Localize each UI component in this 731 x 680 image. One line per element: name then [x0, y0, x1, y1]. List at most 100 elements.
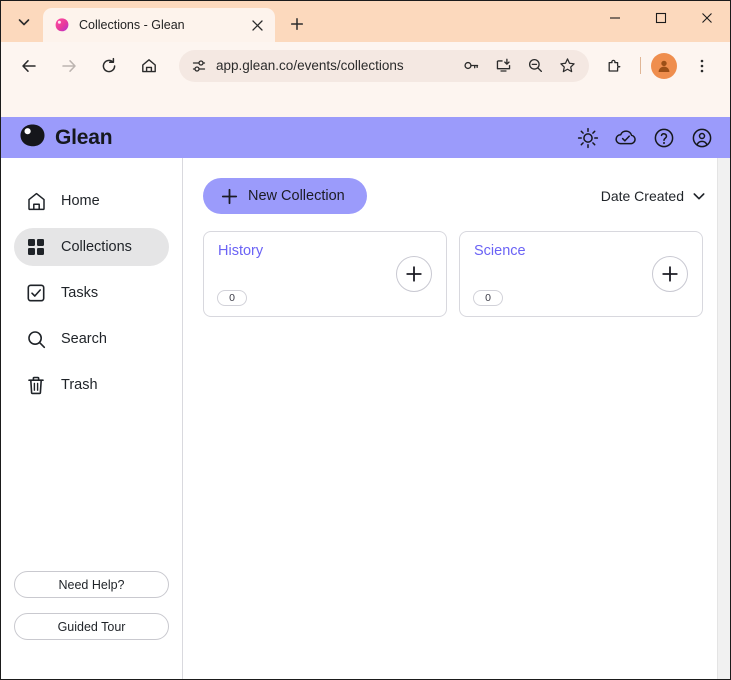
account-button[interactable] — [690, 126, 714, 150]
zoom-button[interactable] — [521, 52, 549, 80]
extensions-button[interactable] — [600, 51, 630, 81]
sidebar-footer: Need Help? Guided Tour — [1, 571, 182, 679]
profile-avatar[interactable] — [651, 52, 677, 79]
tab-search-button[interactable] — [9, 7, 39, 37]
plus-icon — [662, 266, 678, 282]
toolbar-divider — [640, 57, 641, 74]
forward-button[interactable] — [54, 51, 84, 81]
checkbox-check-icon — [25, 282, 47, 304]
close-window-button[interactable] — [684, 1, 730, 34]
puzzle-piece-icon — [608, 59, 621, 72]
help-button[interactable] — [652, 126, 676, 150]
chevron-down-icon — [693, 193, 705, 200]
sidebar-item-label: Collections — [61, 239, 132, 255]
sidebar: Home Collections Tasks Search Trash Need… — [1, 158, 183, 679]
sync-status-button[interactable] — [614, 126, 638, 150]
new-collection-button[interactable]: New Collection — [203, 178, 367, 214]
password-manager-button[interactable] — [457, 52, 485, 80]
search-icon — [25, 328, 47, 350]
collection-title: Science — [474, 243, 526, 259]
collections-grid: History 0 Science 0 — [203, 231, 708, 317]
arrow-left-icon — [22, 59, 36, 72]
install-app-icon — [496, 58, 510, 72]
sidebar-item-label: Home — [61, 193, 100, 209]
plus-icon — [406, 266, 422, 282]
sidebar-item-label: Search — [61, 331, 107, 347]
tab-title: Collections - Glean — [79, 18, 185, 32]
plus-icon — [290, 17, 304, 31]
bookmark-button[interactable] — [553, 52, 581, 80]
home-icon — [142, 58, 156, 72]
chevron-down-icon — [18, 19, 30, 26]
collection-card[interactable]: Science 0 — [459, 231, 703, 317]
url-text: app.glean.co/events/collections — [216, 58, 404, 73]
minimize-button[interactable] — [592, 1, 638, 34]
new-tab-button[interactable] — [283, 10, 311, 38]
home-button[interactable] — [134, 51, 164, 81]
maximize-icon — [655, 12, 667, 23]
collection-card[interactable]: History 0 — [203, 231, 447, 317]
trash-icon — [25, 374, 47, 396]
question-circle-icon — [654, 128, 674, 147]
guided-tour-button[interactable]: Guided Tour — [14, 613, 169, 640]
bookmarks-bar-area — [1, 89, 730, 117]
minimize-icon — [610, 16, 620, 19]
profile-avatar-icon — [658, 60, 670, 72]
main-content: New Collection Date Created History 0 Sc… — [183, 158, 730, 679]
glean-teardrop-favicon — [54, 17, 70, 33]
plus-icon — [221, 188, 238, 204]
back-button[interactable] — [14, 51, 44, 81]
theme-toggle-button[interactable] — [576, 126, 600, 150]
tab-strip: Collections - Glean — [1, 1, 730, 42]
install-app-button[interactable] — [489, 52, 517, 80]
cloud-check-icon — [615, 129, 636, 144]
sidebar-item-label: Tasks — [61, 285, 99, 301]
glean-leaf-logo — [19, 123, 46, 153]
close-icon — [251, 19, 263, 31]
add-to-collection-button[interactable] — [396, 256, 432, 292]
app-header-actions — [576, 126, 714, 150]
web-page: Glean Home Collections Tasks Search Tras… — [1, 117, 730, 679]
page-body: Home Collections Tasks Search Trash Need… — [1, 158, 730, 679]
browser-window: Collections - Glean app.glean.co/events/… — [0, 0, 731, 680]
sort-value: Date Created — [600, 188, 684, 204]
sidebar-item-collections[interactable]: Collections — [14, 228, 169, 266]
sidebar-item-search[interactable]: Search — [14, 320, 169, 358]
sliders-icon[interactable] — [188, 55, 210, 77]
page-scrollbar[interactable] — [717, 158, 730, 679]
collection-count-badge: 0 — [217, 290, 247, 306]
browser-menu-button[interactable] — [687, 51, 717, 81]
zoom-out-icon — [528, 58, 542, 73]
omnibox-actions — [455, 52, 583, 80]
collections-panel: New Collection Date Created History 0 Sc… — [183, 158, 730, 317]
close-icon — [702, 12, 712, 23]
app-brand[interactable]: Glean — [19, 123, 113, 153]
browser-toolbar: app.glean.co/events/collections — [1, 42, 730, 89]
collections-toolbar: New Collection Date Created — [203, 178, 708, 214]
arrow-right-icon — [62, 59, 76, 72]
sort-dropdown[interactable]: Date Created — [601, 188, 708, 204]
sidebar-item-tasks[interactable]: Tasks — [14, 274, 169, 312]
brand-name: Glean — [55, 125, 113, 149]
home-icon — [25, 190, 47, 212]
grid-icon — [25, 236, 47, 258]
collection-count-badge: 0 — [473, 290, 503, 306]
sidebar-item-label: Trash — [61, 377, 98, 393]
three-dot-menu-icon — [700, 59, 704, 72]
sidebar-item-home[interactable]: Home — [14, 182, 169, 220]
tab-close-button[interactable] — [247, 15, 267, 35]
key-icon — [463, 61, 478, 70]
need-help-button[interactable]: Need Help? — [14, 571, 169, 598]
app-header: Glean — [1, 117, 730, 158]
sun-icon — [577, 127, 599, 148]
reload-icon — [102, 57, 116, 72]
add-to-collection-button[interactable] — [652, 256, 688, 292]
user-circle-icon — [692, 128, 712, 147]
sidebar-item-trash[interactable]: Trash — [14, 366, 169, 404]
address-bar[interactable]: app.glean.co/events/collections — [179, 49, 589, 82]
collection-title: History — [218, 243, 264, 259]
reload-button[interactable] — [94, 51, 124, 81]
browser-tab[interactable]: Collections - Glean — [43, 8, 275, 42]
new-collection-label: New Collection — [248, 188, 345, 204]
maximize-button[interactable] — [638, 1, 684, 34]
